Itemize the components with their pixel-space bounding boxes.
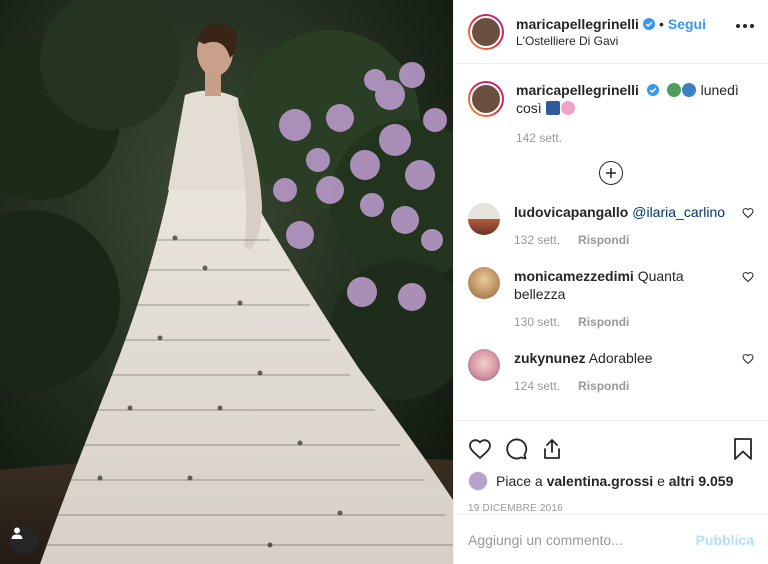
separator-dot: •	[658, 15, 664, 32]
likes-summary: Piace a valentina.grossi e altri 9.059	[468, 471, 754, 491]
caption-username[interactable]: maricapellegrinelli	[516, 82, 639, 98]
share-icon	[544, 439, 560, 459]
likes-prefix: Piace a	[496, 473, 543, 489]
reply-button[interactable]: Rispondi	[578, 377, 629, 395]
globe-emoji-icon	[666, 83, 681, 97]
load-more-comments-button[interactable]	[468, 161, 754, 185]
comment-username[interactable]: monicamezzedimi	[514, 268, 634, 284]
caption-text: lunedì	[700, 82, 739, 98]
comment-item: zukynunez Adorablee 124 sett. Rispondi	[468, 349, 754, 395]
comment-avatar[interactable]	[468, 203, 500, 235]
post-location[interactable]: L'Ostelliere Di Gavi	[516, 34, 706, 48]
more-options-icon[interactable]	[736, 24, 754, 28]
heart-icon[interactable]	[742, 207, 754, 219]
comment-timestamp[interactable]: 132 sett.	[514, 231, 560, 249]
comment-avatar[interactable]	[468, 267, 500, 299]
photo-illustration	[0, 0, 453, 564]
liker-username[interactable]: valentina.grossi	[547, 473, 654, 489]
comments-list[interactable]: maricapellegrinelli lunedì così 142 sett…	[454, 65, 768, 420]
comment-button[interactable]	[504, 437, 528, 461]
comment-text[interactable]: @ilaria_carlino	[632, 204, 725, 220]
comment-username[interactable]: ludovicapangallo	[514, 204, 628, 220]
liker-avatar[interactable]	[468, 471, 488, 491]
comment-username[interactable]: zukynunez	[514, 350, 586, 366]
post-actions: Piace a valentina.grossi e altri 9.059 1…	[454, 420, 768, 514]
comment-timestamp[interactable]: 124 sett.	[514, 377, 560, 395]
comment-item: ludovicapangallo @ilaria_carlino 132 set…	[468, 203, 754, 249]
heart-icon[interactable]	[742, 353, 754, 365]
follow-button[interactable]: Segui	[668, 16, 706, 32]
share-button[interactable]	[540, 437, 564, 461]
add-comment-bar: Pubblica	[454, 514, 768, 564]
globe-emoji-icon	[681, 83, 696, 97]
like-button[interactable]	[468, 437, 492, 461]
heart-icon[interactable]	[742, 271, 754, 283]
user-tag-button[interactable]	[10, 526, 38, 554]
comment-avatar[interactable]	[468, 349, 500, 381]
post-sidebar: maricapellegrinelli • Segui L'Ostelliere…	[453, 0, 768, 564]
post-date[interactable]: 19 DICEMBRE 2016	[468, 503, 754, 514]
user-tag-icon	[11, 527, 23, 539]
likes-joiner: e	[657, 473, 665, 489]
caption-avatar[interactable]	[468, 81, 504, 117]
post-header: maricapellegrinelli • Segui L'Ostelliere…	[454, 0, 768, 64]
comment-item: monicamezzedimi Quanta bellezza 130 sett…	[468, 267, 754, 331]
verified-badge-icon	[642, 17, 655, 30]
caption-timestamp[interactable]: 142 sett.	[516, 129, 754, 147]
publish-button[interactable]: Pubblica	[696, 532, 754, 548]
comment-text: Adorablee	[588, 350, 653, 366]
bookmark-icon	[734, 438, 752, 460]
save-button[interactable]	[732, 437, 754, 461]
caption-text-line2: così	[516, 100, 542, 116]
author-avatar[interactable]	[468, 13, 504, 50]
post-photo[interactable]	[0, 0, 453, 564]
post-caption: maricapellegrinelli lunedì così 142 sett…	[468, 81, 754, 147]
likes-count-link[interactable]: altri 9.059	[669, 473, 734, 489]
verified-badge-icon	[646, 84, 659, 96]
flower-emoji-icon	[560, 101, 575, 115]
plus-circle-icon	[599, 161, 623, 185]
author-username[interactable]: maricapellegrinelli	[516, 16, 639, 32]
comment-input[interactable]	[468, 531, 696, 548]
heart-icon	[469, 439, 491, 460]
reply-button[interactable]: Rispondi	[578, 313, 629, 331]
comment-timestamp[interactable]: 130 sett.	[514, 313, 560, 331]
comment-icon	[506, 438, 528, 460]
reply-button[interactable]: Rispondi	[578, 231, 629, 249]
tshirt-emoji-icon	[545, 101, 560, 115]
